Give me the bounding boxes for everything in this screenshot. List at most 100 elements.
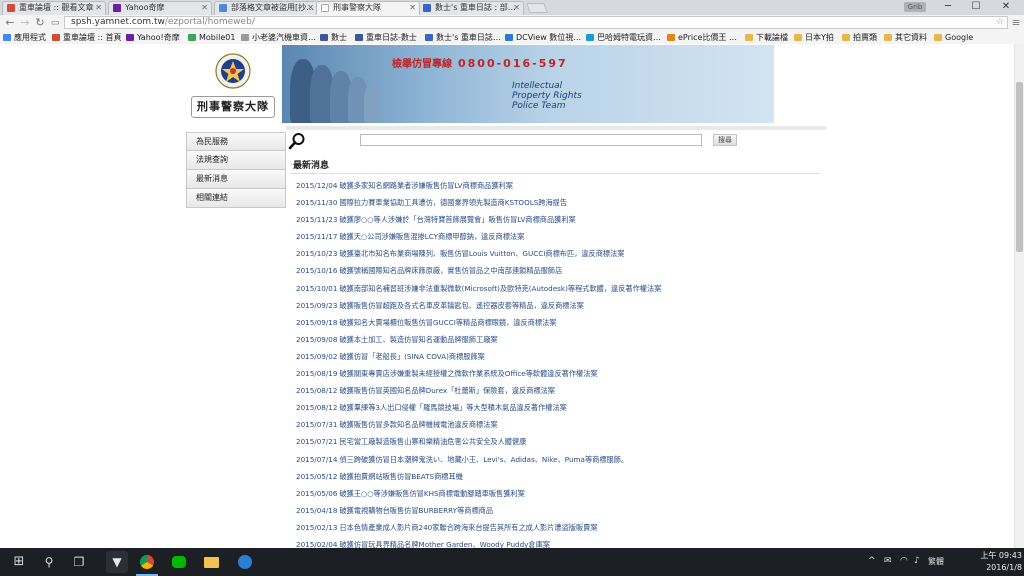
page-info-icon[interactable]: ▭ <box>48 16 62 30</box>
tray-chevron-icon[interactable]: ^ <box>868 556 876 566</box>
news-title-link[interactable]: 國際拉力賽車業協助工具遭仿，德國業界領先製造商KSTOOLS跨海提告 <box>339 198 567 207</box>
ime-indicator[interactable]: 繁體 <box>928 556 944 567</box>
windows-start-icon[interactable]: ⊞ <box>8 551 30 573</box>
tab-5[interactable]: 數士's 重車日誌 : 部… ✕ <box>418 1 524 15</box>
close-tab-icon[interactable]: ✕ <box>307 2 314 14</box>
close-tab-icon[interactable]: ✕ <box>409 2 416 14</box>
sidebar-item-latest-news[interactable]: 最新消息 <box>186 170 286 189</box>
bookmark-item[interactable]: 數士 <box>320 31 347 44</box>
minimize-icon[interactable]: ─ <box>934 0 962 14</box>
news-title-link[interactable]: 破獲仿冒「老船長」(SINA COVA)商標服飾案 <box>339 352 484 361</box>
bookmark-item[interactable]: 重車論壇 :: 首頁 <box>52 31 121 44</box>
news-item[interactable]: 2015/10/16 破獲號稱國際知名品牌床飾原廠，實售仿冒品之中南部連鎖精品服飾… <box>296 265 816 282</box>
news-item[interactable]: 2015/02/04 破獲仿冒玩具界精品名牌Mother Garden、Woody… <box>296 539 816 548</box>
task-view-icon[interactable]: ❐ <box>68 551 90 573</box>
search-input[interactable] <box>360 134 702 146</box>
news-item[interactable]: 2015/05/06 破獲王○○等涉嫌販售仿冒KHS商標電動腳踏車販售獲利案 <box>296 488 816 505</box>
close-window-icon[interactable]: ✕ <box>992 0 1020 14</box>
bookmark-item[interactable]: ePrice比價王 … <box>667 31 737 44</box>
news-item[interactable]: 2015/10/23 破獲臺北市知名布業商場陳列、販售仿冒Louis Vuitto… <box>296 248 816 265</box>
news-title-link[interactable]: 破獲仿冒玩具界精品名牌Mother Garden、Woody Puddy倉庫案 <box>339 540 550 548</box>
news-title-link[interactable]: 破獲號稱國際知名品牌床飾原廠，實售仿冒品之中南部連鎖精品服飾店 <box>339 266 562 275</box>
site-title[interactable]: 刑事警察大隊 <box>191 96 275 118</box>
volume-icon[interactable]: ♪ <box>914 556 920 566</box>
news-item[interactable]: 2015/08/12 破獲販售仿冒英國知名品牌Durex「杜蕾斯」保險套，違反商標… <box>296 385 816 402</box>
file-explorer-icon[interactable] <box>200 551 222 573</box>
news-item[interactable]: 2015/09/08 破獲本土加工、製造仿冒知名運動品牌服飾工廠案 <box>296 334 816 351</box>
bookmark-item[interactable]: Mobile01 <box>188 31 235 44</box>
maximize-icon[interactable]: ☐ <box>962 0 990 14</box>
news-title-link[interactable]: 破獲臺北市知名布業商場陳列、販售仿冒Louis Vuitton、GUCCI商標布… <box>339 249 624 258</box>
search-button[interactable]: 搜尋 <box>713 134 737 146</box>
scrollbar-thumb[interactable] <box>1016 82 1023 252</box>
bookmark-apps[interactable]: 應用程式 <box>3 31 46 44</box>
bookmark-item[interactable]: 小老婆汽機車資… <box>241 31 316 44</box>
news-item[interactable]: 2015/09/18 破獲知名大賣場櫃位販售仿冒GUCCI等精品商標眼鏡，違反商標… <box>296 317 816 334</box>
tab-3[interactable]: 部落格文章被盜用[抄… ✕ <box>214 1 318 15</box>
fox-app-icon[interactable]: ▼ <box>106 551 128 573</box>
news-item[interactable]: 2015/12/04 破獲多家知名網路業者涉嫌販售仿冒LV商標商品獲利案 <box>296 180 816 197</box>
back-icon[interactable]: ← <box>3 16 17 30</box>
page-scrollbar[interactable] <box>1014 44 1024 548</box>
news-item[interactable]: 2015/05/12 破獲拍賣網站販售仿冒BEATS商標耳機 <box>296 471 816 488</box>
news-item[interactable]: 2015/07/14 偵三跨破獲仿冒日本潮牌鬼洗い、地藏小王、Levi's、Adi… <box>296 454 816 471</box>
clock[interactable]: 上午 09:43 2016/1/8 <box>944 550 1022 574</box>
tray-app-icon[interactable]: ✉ <box>884 556 892 566</box>
forward-icon[interactable]: → <box>18 16 32 30</box>
news-item[interactable]: 2015/09/23 破獲販售仿冒超跑及各式名車皮革鑰匙包、遙控器皮套等精品，違反… <box>296 300 816 317</box>
news-item[interactable]: 2015/07/21 民宅當工廠製造販售山寨和樂精油危害公共安全及人體健康 <box>296 436 816 453</box>
news-item[interactable]: 2015/09/02 破獲仿冒「老船長」(SINA COVA)商標服飾案 <box>296 351 816 368</box>
close-tab-icon[interactable]: ✕ <box>201 2 208 14</box>
sidebar-item-citizen-service[interactable]: 為民服務 <box>186 132 286 151</box>
news-item[interactable]: 2015/11/17 破獲天○公司涉嫌販售混掺LCY商標甲醇鈉，違反商標法案 <box>296 231 816 248</box>
bookmark-folder[interactable]: Google <box>934 31 973 44</box>
news-title-link[interactable]: 破獲關東專賣店涉嫌重製未經授權之微軟作業系統及Office等軟體違反著作權法案 <box>339 369 597 378</box>
new-tab-button[interactable] <box>526 3 548 13</box>
chrome-icon[interactable] <box>136 551 158 573</box>
news-title-link[interactable]: 民宅當工廠製造販售山寨和樂精油危害公共安全及人體健康 <box>339 437 526 446</box>
news-item[interactable]: 2015/11/30 國際拉力賽車業協助工具遭仿，德國業界領先製造商KSTOOLS… <box>296 197 816 214</box>
news-title-link[interactable]: 日本色情產業成人影片商240家聯合跨海來台提告其所有之成人影片遭盜版販賣案 <box>339 523 597 532</box>
news-title-link[interactable]: 破獲販售仿冒多款知名品牌機械電池違反商標法案 <box>339 420 497 429</box>
bookmark-item[interactable]: DCView 數位視… <box>505 31 581 44</box>
user-profile-badge[interactable]: Grib <box>904 2 926 12</box>
bookmark-item[interactable]: 重車日誌-數士 <box>355 31 417 44</box>
news-item[interactable]: 2015/10/01 破獲南部知名補習班涉嫌非法重製微軟(Microsoft)及歐… <box>296 283 816 300</box>
tab-4-active[interactable]: 刑事警察大隊 ✕ <box>316 1 420 15</box>
sidebar-item-related-links[interactable]: 相關連結 <box>186 189 286 208</box>
bookmark-item[interactable]: Yahoo!奇摩 <box>126 31 180 44</box>
news-item[interactable]: 2015/08/12 破獲羣練等3人出口侵權「羅馬競技場」等大型積木氣品違反著作權… <box>296 402 816 419</box>
news-title-link[interactable]: 偵三跨破獲仿冒日本潮牌鬼洗い、地藏小王、Levi's、Adidas、Nike、P… <box>339 455 628 464</box>
bookmark-item[interactable]: 數士's 重車日誌… <box>425 31 501 44</box>
close-tab-icon[interactable]: ✕ <box>95 2 102 14</box>
news-title-link[interactable]: 破獲天○公司涉嫌販售混掺LCY商標甲醇鈉，違反商標法案 <box>339 232 524 241</box>
bookmark-folder[interactable]: 下載論檔 <box>745 31 788 44</box>
news-item[interactable]: 2015/02/13 日本色情產業成人影片商240家聯合跨海來台提告其所有之成人影… <box>296 522 816 539</box>
bookmark-item[interactable]: 巴哈姆特電玩資… <box>586 31 661 44</box>
star-icon[interactable]: ☆ <box>996 17 1004 28</box>
news-title-link[interactable]: 破獲南部知名補習班涉嫌非法重製微軟(Microsoft)及歐特克(Autodes… <box>339 284 661 293</box>
news-item[interactable]: 2015/07/31 破獲販售仿冒多款知名品牌機械電池違反商標法案 <box>296 419 816 436</box>
news-item[interactable]: 2015/08/19 破獲關東專賣店涉嫌重製未經授權之微軟作業系統及Office等… <box>296 368 816 385</box>
tab-1[interactable]: 重車論壇 :: 觀看文章 ✕ <box>2 1 106 15</box>
address-bar[interactable]: spsh.yamnet.com.tw/ezportal/homeweb/ ☆ <box>64 16 1008 29</box>
line-icon[interactable] <box>168 551 190 573</box>
news-title-link[interactable]: 破獲知名大賣場櫃位販售仿冒GUCCI等精品商標眼鏡，違反商標法案 <box>339 318 556 327</box>
wifi-icon[interactable]: ◠ <box>900 556 908 566</box>
reload-icon[interactable]: ↻ <box>33 16 47 30</box>
search-icon[interactable]: ⚲ <box>38 551 60 573</box>
news-title-link[interactable]: 破獲電視購物台販售仿冒BURBERRY等商標商品 <box>339 506 493 515</box>
bookmark-folder[interactable]: 其它資料 <box>884 31 927 44</box>
menu-icon[interactable]: ≡ <box>1010 16 1022 30</box>
bookmark-folder[interactable]: 拍賣類 <box>842 31 877 44</box>
news-item[interactable]: 2015/04/18 破獲電視購物台販售仿冒BURBERRY等商標商品 <box>296 505 816 522</box>
tab-2[interactable]: Yahoo奇摩 ✕ <box>108 1 212 15</box>
bookmark-folder[interactable]: 日本Y拍 <box>794 31 834 44</box>
close-tab-icon[interactable]: ✕ <box>513 2 520 14</box>
news-title-link[interactable]: 破獲王○○等涉嫌販售仿冒KHS商標電動腳踏車販售獲利案 <box>339 489 524 498</box>
news-title-link[interactable]: 破獲多家知名網路業者涉嫌販售仿冒LV商標商品獲利案 <box>339 181 512 190</box>
news-title-link[interactable]: 破獲拍賣網站販售仿冒BEATS商標耳機 <box>339 472 462 481</box>
news-title-link[interactable]: 破獲販售仿冒英國知名品牌Durex「杜蕾斯」保險套，違反商標法案 <box>339 386 555 395</box>
sidebar-item-regulations[interactable]: 法規查詢 <box>186 151 286 170</box>
network-app-icon[interactable] <box>234 551 256 573</box>
